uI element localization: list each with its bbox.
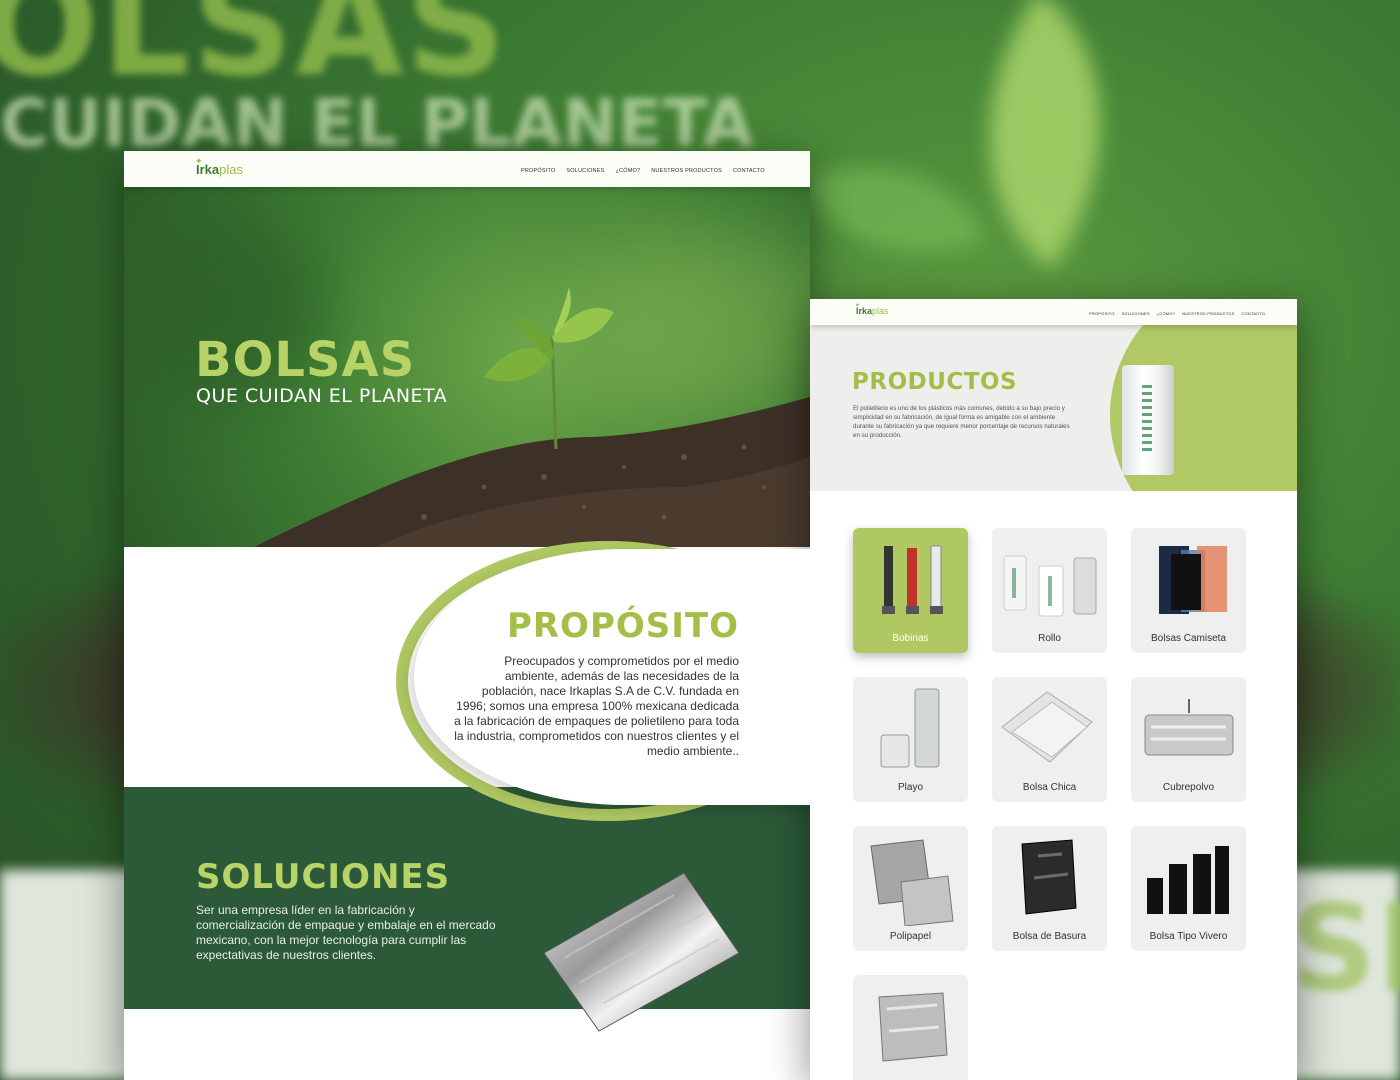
additional-product-image bbox=[878, 992, 948, 1062]
product-tile-rollo[interactable]: Rollo bbox=[992, 528, 1107, 653]
bolsa-chica-image bbox=[1001, 691, 1093, 763]
proposito-text: Preocupados y comprometidos por el medio… bbox=[454, 654, 739, 758]
roll-image bbox=[1122, 365, 1174, 475]
plastic-bag-image bbox=[543, 873, 740, 1032]
product-tile-bolsas-camiseta[interactable]: Bolsas Camiseta bbox=[1131, 528, 1246, 653]
nav-productos[interactable]: NUESTROS PRODUCTOS bbox=[1182, 311, 1234, 316]
home-navbar: ✦ Irka plas PROPÓSITO SOLUCIONES ¿CÓMO? N… bbox=[124, 151, 810, 187]
backdrop-leaf-shape bbox=[804, 127, 986, 293]
backdrop-right-fragment: SIT bbox=[1290, 880, 1400, 1019]
nav-productos[interactable]: NUESTROS PRODUCTOS bbox=[651, 168, 722, 174]
sprout-icon: ✦ bbox=[855, 303, 861, 309]
logo[interactable]: ✦ Irka plas bbox=[855, 303, 889, 316]
home-page-mockup: ✦ Irka plas PROPÓSITO SOLUCIONES ¿CÓMO? N… bbox=[124, 151, 810, 1080]
products-menu: PROPÓSITO SOLUCIONES ¿CÓMO? NUESTROS PRO… bbox=[1089, 311, 1265, 316]
nav-contacto[interactable]: CONTACTO bbox=[733, 168, 765, 174]
nav-como[interactable]: ¿CÓMO? bbox=[615, 168, 640, 174]
product-label: Rollo bbox=[1038, 633, 1061, 644]
soluciones-title: SOLUCIONES bbox=[196, 857, 451, 897]
nav-proposito[interactable]: PROPÓSITO bbox=[521, 168, 555, 174]
product-tile-bolsa-de-basura[interactable]: Bolsa de Basura bbox=[992, 826, 1107, 951]
bolsa-de-basura-image bbox=[1021, 839, 1077, 915]
product-label: Bolsa Tipo Vivero bbox=[1149, 931, 1228, 942]
logo-plas-text: plas bbox=[219, 162, 243, 177]
bobinas-image bbox=[882, 545, 943, 614]
products-title: PRODUCTOS bbox=[852, 369, 1018, 395]
product-tile-bolsa-tipo-vivero[interactable]: Bolsa Tipo Vivero bbox=[1131, 826, 1246, 951]
products-description: El polietileno es uno de los plásticos m… bbox=[853, 405, 1070, 439]
logo[interactable]: ✦ Irka plas bbox=[195, 156, 243, 177]
product-label: Bolsas Camiseta bbox=[1150, 633, 1227, 644]
playo-image bbox=[880, 688, 940, 768]
nav-soluciones[interactable]: SOLUCIONES bbox=[566, 168, 604, 174]
products-grid: Bobinas Rollo Bolsas Camiseta Playo Bols… bbox=[853, 528, 1246, 1080]
rollo-image bbox=[1003, 555, 1097, 617]
sprout-icon: ✦ bbox=[195, 156, 203, 166]
products-navbar: ✦ Irka plas PROPÓSITO SOLUCIONES ¿CÓMO? N… bbox=[810, 299, 1297, 325]
product-tile-polipapel[interactable]: Polipapel bbox=[853, 826, 968, 951]
soluciones-text: Ser una empresa líder en la fabricación … bbox=[196, 903, 496, 962]
product-label: Bolsa de Basura bbox=[1012, 931, 1087, 942]
product-label: Polipapel bbox=[889, 931, 932, 942]
product-label: Bobinas bbox=[892, 633, 929, 644]
polipapel-image bbox=[870, 839, 954, 926]
nav-proposito[interactable]: PROPÓSITO bbox=[1089, 311, 1115, 316]
cubrepolvo-image bbox=[1144, 699, 1234, 756]
hero-subtitle: QUE CUIDAN EL PLANETA bbox=[196, 385, 448, 407]
product-tile-additional[interactable] bbox=[853, 975, 968, 1080]
nav-soluciones[interactable]: SOLUCIONES bbox=[1122, 311, 1150, 316]
proposito-title: PROPÓSITO bbox=[506, 606, 739, 646]
bolsas-camiseta-image bbox=[1159, 546, 1227, 614]
product-label: Bolsa Chica bbox=[1022, 782, 1077, 793]
nav-como[interactable]: ¿CÓMO? bbox=[1157, 311, 1175, 316]
soluciones-section: SOLUCIONES Ser una empresa líder en la f… bbox=[124, 787, 810, 1032]
bolsa-tipo-vivero-image bbox=[1147, 846, 1229, 914]
product-tile-playo[interactable]: Playo bbox=[853, 677, 968, 802]
product-label: Cubrepolvo bbox=[1162, 782, 1215, 793]
main-menu: PROPÓSITO SOLUCIONES ¿CÓMO? NUESTROS PRO… bbox=[521, 168, 765, 174]
logo-plas-text: plas bbox=[872, 306, 889, 316]
product-tile-bobinas[interactable]: Bobinas bbox=[853, 528, 968, 653]
nav-contacto[interactable]: CONTACTO bbox=[1241, 311, 1265, 316]
product-tile-bolsa-chica[interactable]: Bolsa Chica bbox=[992, 677, 1107, 802]
products-hero: PRODUCTOS El polietileno es uno de los p… bbox=[810, 325, 1297, 491]
product-tile-cubrepolvo[interactable]: Cubrepolvo bbox=[1131, 677, 1246, 802]
hero-title: BOLSAS bbox=[195, 332, 416, 388]
product-label: Playo bbox=[897, 782, 923, 793]
products-page-mockup: ✦ Irka plas PROPÓSITO SOLUCIONES ¿CÓMO? N… bbox=[810, 299, 1297, 1080]
